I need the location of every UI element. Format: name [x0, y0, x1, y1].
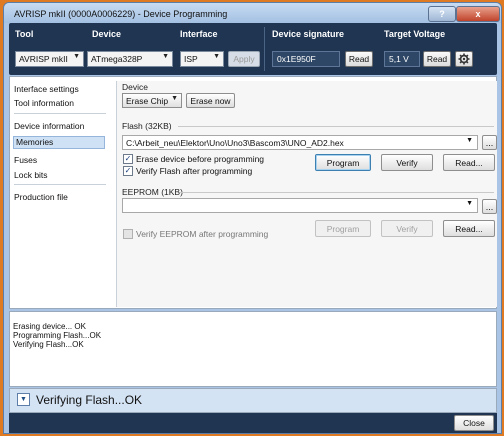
verify-flash-label: Verify Flash after programming — [136, 166, 253, 176]
expand-status-button[interactable]: ▼ — [17, 393, 30, 406]
footer-bar — [9, 413, 497, 433]
eeprom-verify-button[interactable]: Verify — [381, 220, 433, 237]
erase-before-checkbox[interactable]: ✓ — [123, 154, 133, 164]
status-text: Verifying Flash...OK — [36, 393, 143, 407]
device-group-label: Device — [122, 82, 148, 92]
tool-label: Tool — [15, 29, 34, 39]
signature-read-button[interactable]: Read — [345, 51, 373, 67]
sidebar-divider — [14, 184, 106, 185]
erase-before-label: Erase device before programming — [136, 154, 265, 164]
signature-value: 0x1E950F — [272, 51, 340, 67]
tool-select-value: AVRISP mkII — [19, 54, 68, 64]
gear-icon — [458, 53, 470, 65]
flash-file-input[interactable]: C:\Arbeit_neu\Elektor\Uno\Uno3\Bascom3\U… — [122, 135, 478, 150]
chevron-down-icon: ▼ — [73, 53, 80, 60]
settings-button[interactable] — [455, 51, 473, 67]
sidebar-item-lock-bits[interactable]: Lock bits — [13, 170, 105, 181]
chevron-down-icon: ▼ — [171, 95, 178, 102]
eeprom-read-button[interactable]: Read... — [443, 220, 495, 237]
interface-select[interactable]: ISP ▼ — [180, 51, 224, 67]
sidebar-item-production-file[interactable]: Production file — [13, 192, 105, 203]
erase-mode-value: Erase Chip — [126, 95, 169, 106]
verify-flash-checkbox[interactable]: ✓ — [123, 166, 133, 176]
erase-mode-select[interactable]: Erase Chip ▼ — [122, 93, 182, 108]
interface-select-value: ISP — [184, 54, 198, 64]
eeprom-file-input[interactable]: ▼ — [122, 198, 478, 213]
device-select-value: ATmega328P — [91, 54, 143, 64]
window-close-button[interactable]: x — [456, 6, 500, 22]
flash-group-label: Flash (32KB) — [122, 121, 172, 131]
device-select[interactable]: ATmega328P ▼ — [87, 51, 173, 67]
toolbar-divider — [264, 27, 265, 71]
log-line: Verifying Flash...OK — [13, 340, 84, 349]
sidebar-item-interface-settings[interactable]: Interface settings — [13, 84, 105, 95]
close-button[interactable]: Close — [454, 415, 494, 431]
sidebar-item-memories[interactable]: Memories — [13, 136, 105, 149]
sidebar-item-fuses[interactable]: Fuses — [13, 155, 105, 166]
erase-now-button[interactable]: Erase now — [186, 93, 235, 108]
chevron-down-icon: ▼ — [466, 200, 473, 207]
voltage-value: 5,1 V — [384, 51, 420, 67]
tool-select[interactable]: AVRISP mkII ▼ — [15, 51, 84, 67]
signature-label: Device signature — [272, 29, 345, 39]
verify-eeprom-label: Verify EEPROM after programming — [136, 229, 269, 239]
chevron-down-icon: ▼ — [466, 137, 473, 144]
flash-browse-button[interactable]: ... — [482, 135, 497, 150]
eeprom-browse-button[interactable]: ... — [482, 199, 497, 214]
eeprom-program-button[interactable]: Program — [315, 220, 371, 237]
sidebar-item-tool-information[interactable]: Tool information — [13, 98, 105, 109]
chevron-down-icon: ▼ — [213, 53, 220, 60]
sidebar-item-device-information[interactable]: Device information — [13, 121, 105, 132]
flash-file-path: C:\Arbeit_neu\Elektor\Uno\Uno3\Bascom3\U… — [126, 137, 344, 148]
title-bar: AVRISP mkII (0000A0006229) - Device Prog… — [4, 3, 501, 23]
flash-program-button[interactable]: Program — [315, 154, 371, 171]
eeprom-group-label: EEPROM (1KB) — [122, 187, 183, 197]
interface-label: Interface — [180, 29, 218, 39]
voltage-label: Target Voltage — [384, 29, 446, 39]
voltage-read-button[interactable]: Read — [423, 51, 451, 67]
flash-verify-button[interactable]: Verify — [381, 154, 433, 171]
sidebar-divider — [14, 113, 106, 114]
device-label: Device — [92, 29, 122, 39]
log-line: Erasing device... OK — [13, 322, 86, 331]
window-title: AVRISP mkII (0000A0006229) - Device Prog… — [14, 9, 228, 19]
log-line: Programming Flash...OK — [13, 331, 102, 340]
flash-read-button[interactable]: Read... — [443, 154, 495, 171]
chevron-down-icon: ▼ — [20, 396, 27, 403]
verify-eeprom-checkbox[interactable] — [123, 229, 133, 239]
flash-group-line — [178, 126, 494, 127]
eeprom-group-line — [180, 192, 494, 193]
chevron-down-icon: ▼ — [162, 53, 169, 60]
help-button[interactable]: ? — [428, 6, 456, 22]
apply-button[interactable]: Apply — [228, 51, 260, 67]
